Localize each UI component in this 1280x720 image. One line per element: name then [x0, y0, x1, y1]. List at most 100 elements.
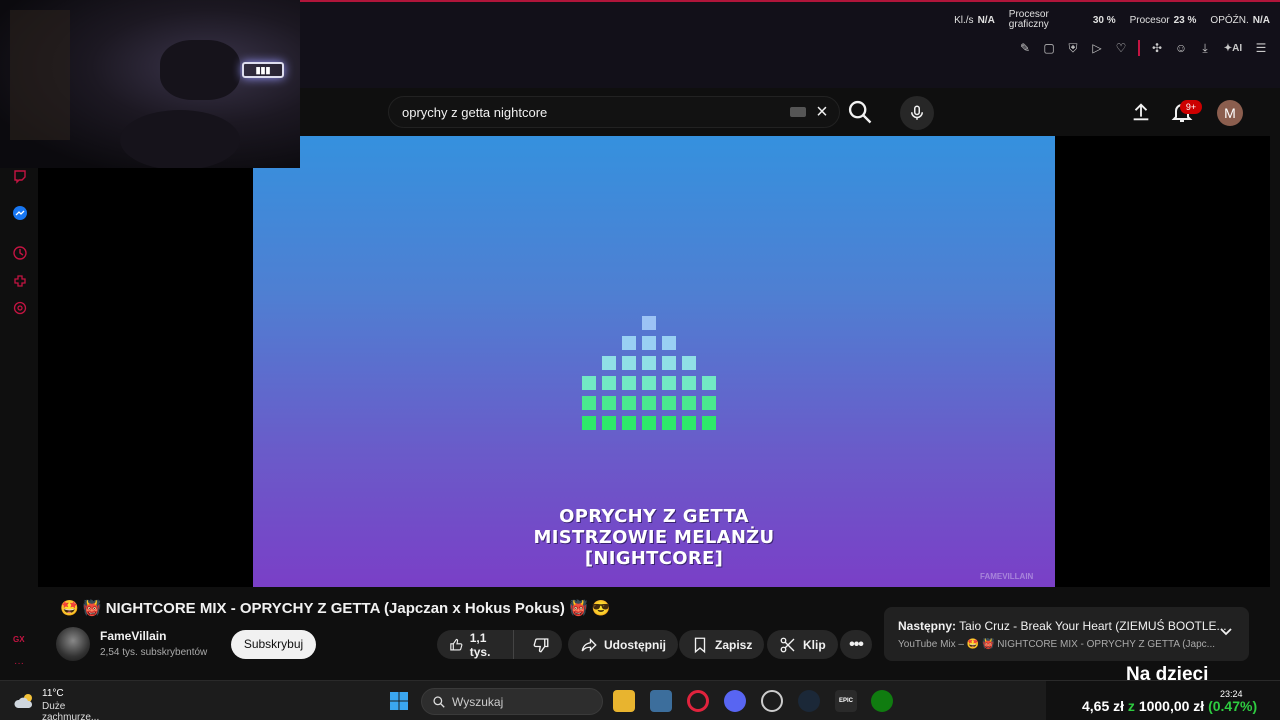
like-button[interactable]: 1,1 tys. — [437, 630, 514, 659]
equalizer-cell — [682, 376, 696, 390]
video-title: 🤩 👹 NIGHTCORE MIX - OPRYCHY Z GETTA (Jap… — [60, 600, 611, 617]
stock-currency-mark: z — [1127, 698, 1135, 714]
weather-widget[interactable]: 11°C Duże zachmurze... — [14, 688, 124, 720]
equalizer-cell — [622, 416, 636, 430]
epic-games-icon[interactable]: EPIC — [835, 690, 857, 712]
voice-search-button[interactable] — [900, 96, 934, 130]
file-explorer-icon[interactable] — [613, 690, 635, 712]
taskbar-search-placeholder: Wyszukaj — [452, 694, 504, 709]
equalizer-cell — [682, 416, 696, 430]
clear-search-icon[interactable]: × — [814, 100, 830, 124]
settings-icon[interactable] — [12, 300, 28, 316]
keyboard-icon[interactable] — [790, 107, 806, 117]
share-label: Udostępnij — [604, 637, 666, 652]
chevron-down-icon[interactable] — [1219, 625, 1233, 639]
cloud-icon — [14, 694, 33, 708]
screen: Kl./s N/A Procesor graficzny 30 % Proceso… — [0, 0, 1280, 720]
webcam-overlay: ▮▮▮ — [0, 0, 300, 168]
search-query: oprychy z getta nightcore — [402, 104, 548, 120]
subscriber-count: 2,54 tys. subskrybentów — [100, 647, 208, 658]
messenger-icon[interactable] — [12, 205, 28, 221]
more-actions-button[interactable]: ••• — [840, 630, 872, 659]
windows-start-icon[interactable] — [389, 691, 409, 711]
gx-logo-icon[interactable]: GX — [13, 635, 25, 644]
save-button[interactable]: Zapisz — [679, 630, 765, 659]
cpu-label: Procesor — [1129, 14, 1170, 26]
xbox-icon[interactable] — [871, 690, 893, 712]
heart-icon[interactable]: ♡ — [1114, 41, 1128, 55]
more-sidebar-icon[interactable]: ··· — [14, 658, 24, 669]
like-dislike-group: 1,1 tys. — [437, 630, 562, 659]
history-icon[interactable] — [12, 245, 28, 261]
fps-label: Kl./s — [954, 14, 974, 26]
save-label: Zapisz — [715, 637, 753, 652]
ai-icon[interactable]: ✦AI — [1222, 41, 1244, 55]
extensions-icon[interactable]: ✣ — [1150, 41, 1164, 55]
equalizer-cell — [662, 376, 676, 390]
equalizer-cell — [662, 416, 676, 430]
shield-icon[interactable]: ⛨ — [1066, 41, 1080, 55]
lag-value: N/A — [1252, 14, 1270, 26]
app-icon[interactable] — [761, 690, 783, 712]
equalizer-cell — [682, 396, 696, 410]
equalizer-cell — [622, 376, 636, 390]
dislike-button[interactable] — [520, 630, 562, 659]
steam-icon[interactable] — [798, 690, 820, 712]
share-button[interactable]: Udostępnij — [568, 630, 678, 659]
weather-description: Duże zachmurze... — [42, 701, 100, 720]
discord-icon[interactable] — [724, 690, 746, 712]
pin-icon[interactable]: ✎ — [1018, 41, 1032, 55]
clip-button[interactable]: Klip — [767, 630, 838, 659]
equalizer-cell — [662, 356, 676, 370]
play-icon[interactable]: ▷ — [1090, 41, 1104, 55]
equalizer-cell — [582, 376, 596, 390]
profile-icon[interactable]: ☺ — [1174, 41, 1188, 55]
thumbs-up-icon — [450, 638, 463, 650]
twitch-icon[interactable] — [12, 168, 28, 184]
opera-gx-icon[interactable] — [687, 690, 709, 712]
cpu-stat: Procesor 23 % — [1130, 15, 1197, 26]
download-icon[interactable]: ⤓ — [1198, 41, 1212, 55]
gpu-stat: Procesor graficzny 30 % — [1009, 10, 1116, 30]
taskbar-search[interactable]: Wyszukaj — [421, 688, 603, 715]
toolbar-separator — [1138, 40, 1140, 56]
equalizer-cell — [642, 416, 656, 430]
equalizer-cell — [602, 396, 616, 410]
account-avatar[interactable]: M — [1217, 100, 1243, 126]
search-icon[interactable] — [846, 98, 874, 126]
equalizer-cell — [662, 336, 676, 350]
next-video-card[interactable]: Następny: Taio Cruz - Break Your Heart (… — [884, 607, 1249, 661]
thumbs-down-icon — [533, 637, 549, 652]
store-icon[interactable] — [650, 690, 672, 712]
equalizer-cell — [622, 336, 636, 350]
video-frame[interactable]: OPRYCHY Z GETTA MISTRZOWIE MELANŻU [NIGH… — [253, 136, 1055, 587]
menu-icon[interactable]: ☰ — [1254, 41, 1268, 55]
equalizer-cell — [642, 356, 656, 370]
taskbar-search-icon — [433, 696, 445, 708]
equalizer-cell — [702, 376, 716, 390]
stock-percent: (0.47%) — [1208, 698, 1258, 714]
video-overlay-title: OPRYCHY Z GETTA MISTRZOWIE MELANŻU [NIGH… — [253, 506, 1055, 569]
subscribe-button[interactable]: Subskrybuj — [231, 630, 316, 659]
next-playlist: YouTube Mix – 🤩 👹 NIGHTCORE MIX - OPRYCH… — [898, 639, 1216, 650]
channel-name[interactable]: FameVillain — [100, 629, 166, 643]
stock-amount: 1000,00 zł — [1138, 698, 1205, 714]
equalizer-cell — [642, 336, 656, 350]
webcam-chair — [120, 110, 240, 168]
equalizer-cell — [622, 396, 636, 410]
browser-topbar: Kl./s N/A Procesor graficzny 30 % Proceso… — [300, 0, 1280, 88]
clip-label: Klip — [803, 637, 826, 652]
equalizer-cell — [602, 356, 616, 370]
weather-temperature: 11°C — [42, 688, 64, 699]
channel-avatar[interactable] — [56, 627, 90, 661]
upload-icon[interactable] — [1130, 101, 1152, 123]
gpu-value: 30 % — [1092, 14, 1116, 26]
taskbar-clock[interactable]: 23:24 — [1220, 689, 1243, 699]
search-input[interactable]: oprychy z getta nightcore — [388, 96, 840, 128]
share-icon — [581, 637, 597, 652]
lag-stat: OPÓŹN. N/A — [1210, 15, 1270, 26]
next-label: Następny: — [898, 619, 957, 633]
webcam-neon-sign: ▮▮▮ — [242, 62, 284, 78]
snapshot-icon[interactable]: ▢ — [1042, 41, 1056, 55]
extensions-sidebar-icon[interactable] — [12, 273, 28, 289]
